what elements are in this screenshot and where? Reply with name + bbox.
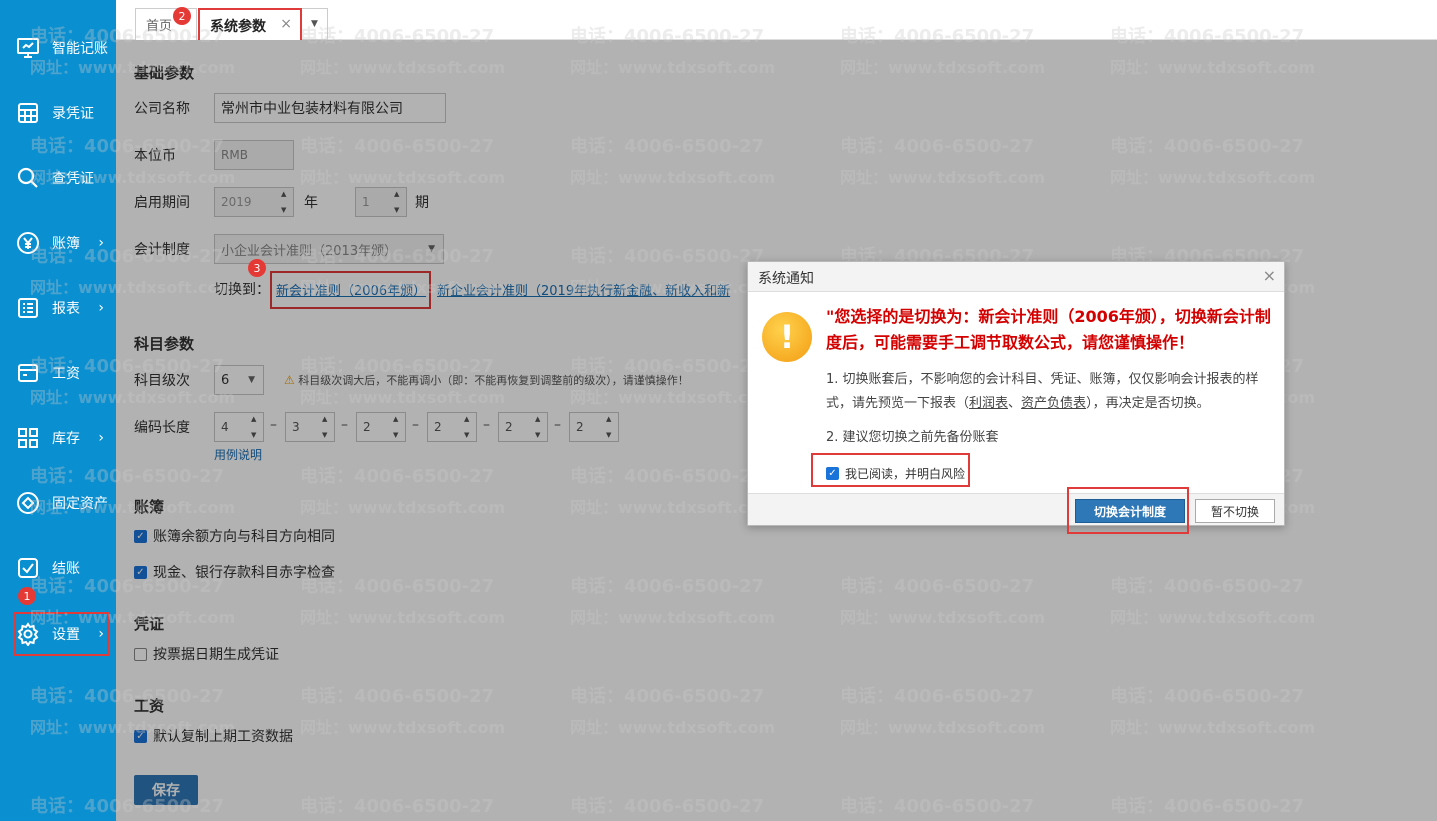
sidebar-item-smart-bookkeeping[interactable]: 智能记账 <box>0 23 116 73</box>
sidebar-item-checkout[interactable]: 结账 <box>0 543 116 593</box>
sidebar-item-reports[interactable]: 报表 › <box>0 283 116 333</box>
sidebar-item-label: 账簿 <box>52 236 80 252</box>
salary-icon <box>16 361 40 385</box>
report-icon <box>16 296 40 320</box>
balance-sheet-link[interactable]: 资产负债表 <box>1021 396 1086 411</box>
chevron-right-icon: › <box>98 300 104 316</box>
sidebar-item-label: 结账 <box>52 561 80 577</box>
sidebar-item-books[interactable]: 账簿 › <box>0 218 116 268</box>
sidebar-item-fixed-assets[interactable]: 固定资产 <box>0 478 116 528</box>
sidebar-item-inventory[interactable]: 库存 › <box>0 413 116 463</box>
checkout-icon <box>16 556 40 580</box>
dialog-note-1: 1. 切换账套后，不影响您的会计科目、凭证、账簿，仅仅影响会计报表的样式，请先预… <box>826 372 1259 411</box>
sidebar-item-label: 查凭证 <box>52 171 94 187</box>
warning-icon: ! <box>762 312 812 362</box>
sidebar: 智能记账 录凭证 查凭证 账簿 › 报表 › 工资 库存 › 固定资产 结账 设… <box>0 0 116 821</box>
sidebar-item-label: 库存 <box>52 431 80 447</box>
dialog-title: 系统通知 <box>758 271 814 287</box>
tab-label: 系统参数 <box>210 19 266 35</box>
sidebar-item-enter-voucher[interactable]: 录凭证 <box>0 88 116 138</box>
monitor-icon <box>16 36 40 60</box>
close-icon[interactable]: × <box>280 16 292 32</box>
tab-system-parameters[interactable]: 系统参数 × <box>198 8 302 44</box>
step-badge-2: 2 <box>173 7 191 25</box>
dialog-alert-text: "您选择的是切换为：新会计准则（2006年颁），切换新会计制度后，可能需要手工调… <box>826 307 1271 352</box>
sidebar-item-label: 录凭证 <box>52 106 94 122</box>
close-icon[interactable]: × <box>1263 266 1276 285</box>
settings-highlight-box <box>14 612 109 656</box>
voucher-icon <box>16 101 40 125</box>
sidebar-item-label: 报表 <box>52 301 80 317</box>
sidebar-item-label: 固定资产 <box>52 496 108 512</box>
tab-menu-button[interactable]: ▼ <box>302 8 328 40</box>
chevron-right-icon: › <box>98 430 104 446</box>
chevron-right-icon: › <box>98 235 104 251</box>
search-icon <box>16 166 40 190</box>
acknowledge-highlight-box <box>811 453 970 487</box>
yen-icon <box>16 231 40 255</box>
sidebar-item-salary[interactable]: 工资 <box>0 348 116 398</box>
asset-icon <box>16 491 40 515</box>
sidebar-item-query-voucher[interactable]: 查凭证 <box>0 153 116 203</box>
dialog-header: 系统通知 × <box>748 262 1284 292</box>
dialog-note-2: 2. 建议您切换之前先备份账套 <box>826 430 999 445</box>
inventory-icon <box>16 426 40 450</box>
sidebar-item-label: 智能记账 <box>52 41 108 57</box>
income-statement-link[interactable]: 利润表 <box>969 396 1008 411</box>
step-badge-1: 1 <box>18 587 36 605</box>
step-badge-3: 3 <box>248 259 266 277</box>
sidebar-item-label: 工资 <box>52 366 80 382</box>
not-now-button[interactable]: 暂不切换 <box>1195 499 1275 523</box>
switch-button-highlight-box <box>1067 487 1189 534</box>
